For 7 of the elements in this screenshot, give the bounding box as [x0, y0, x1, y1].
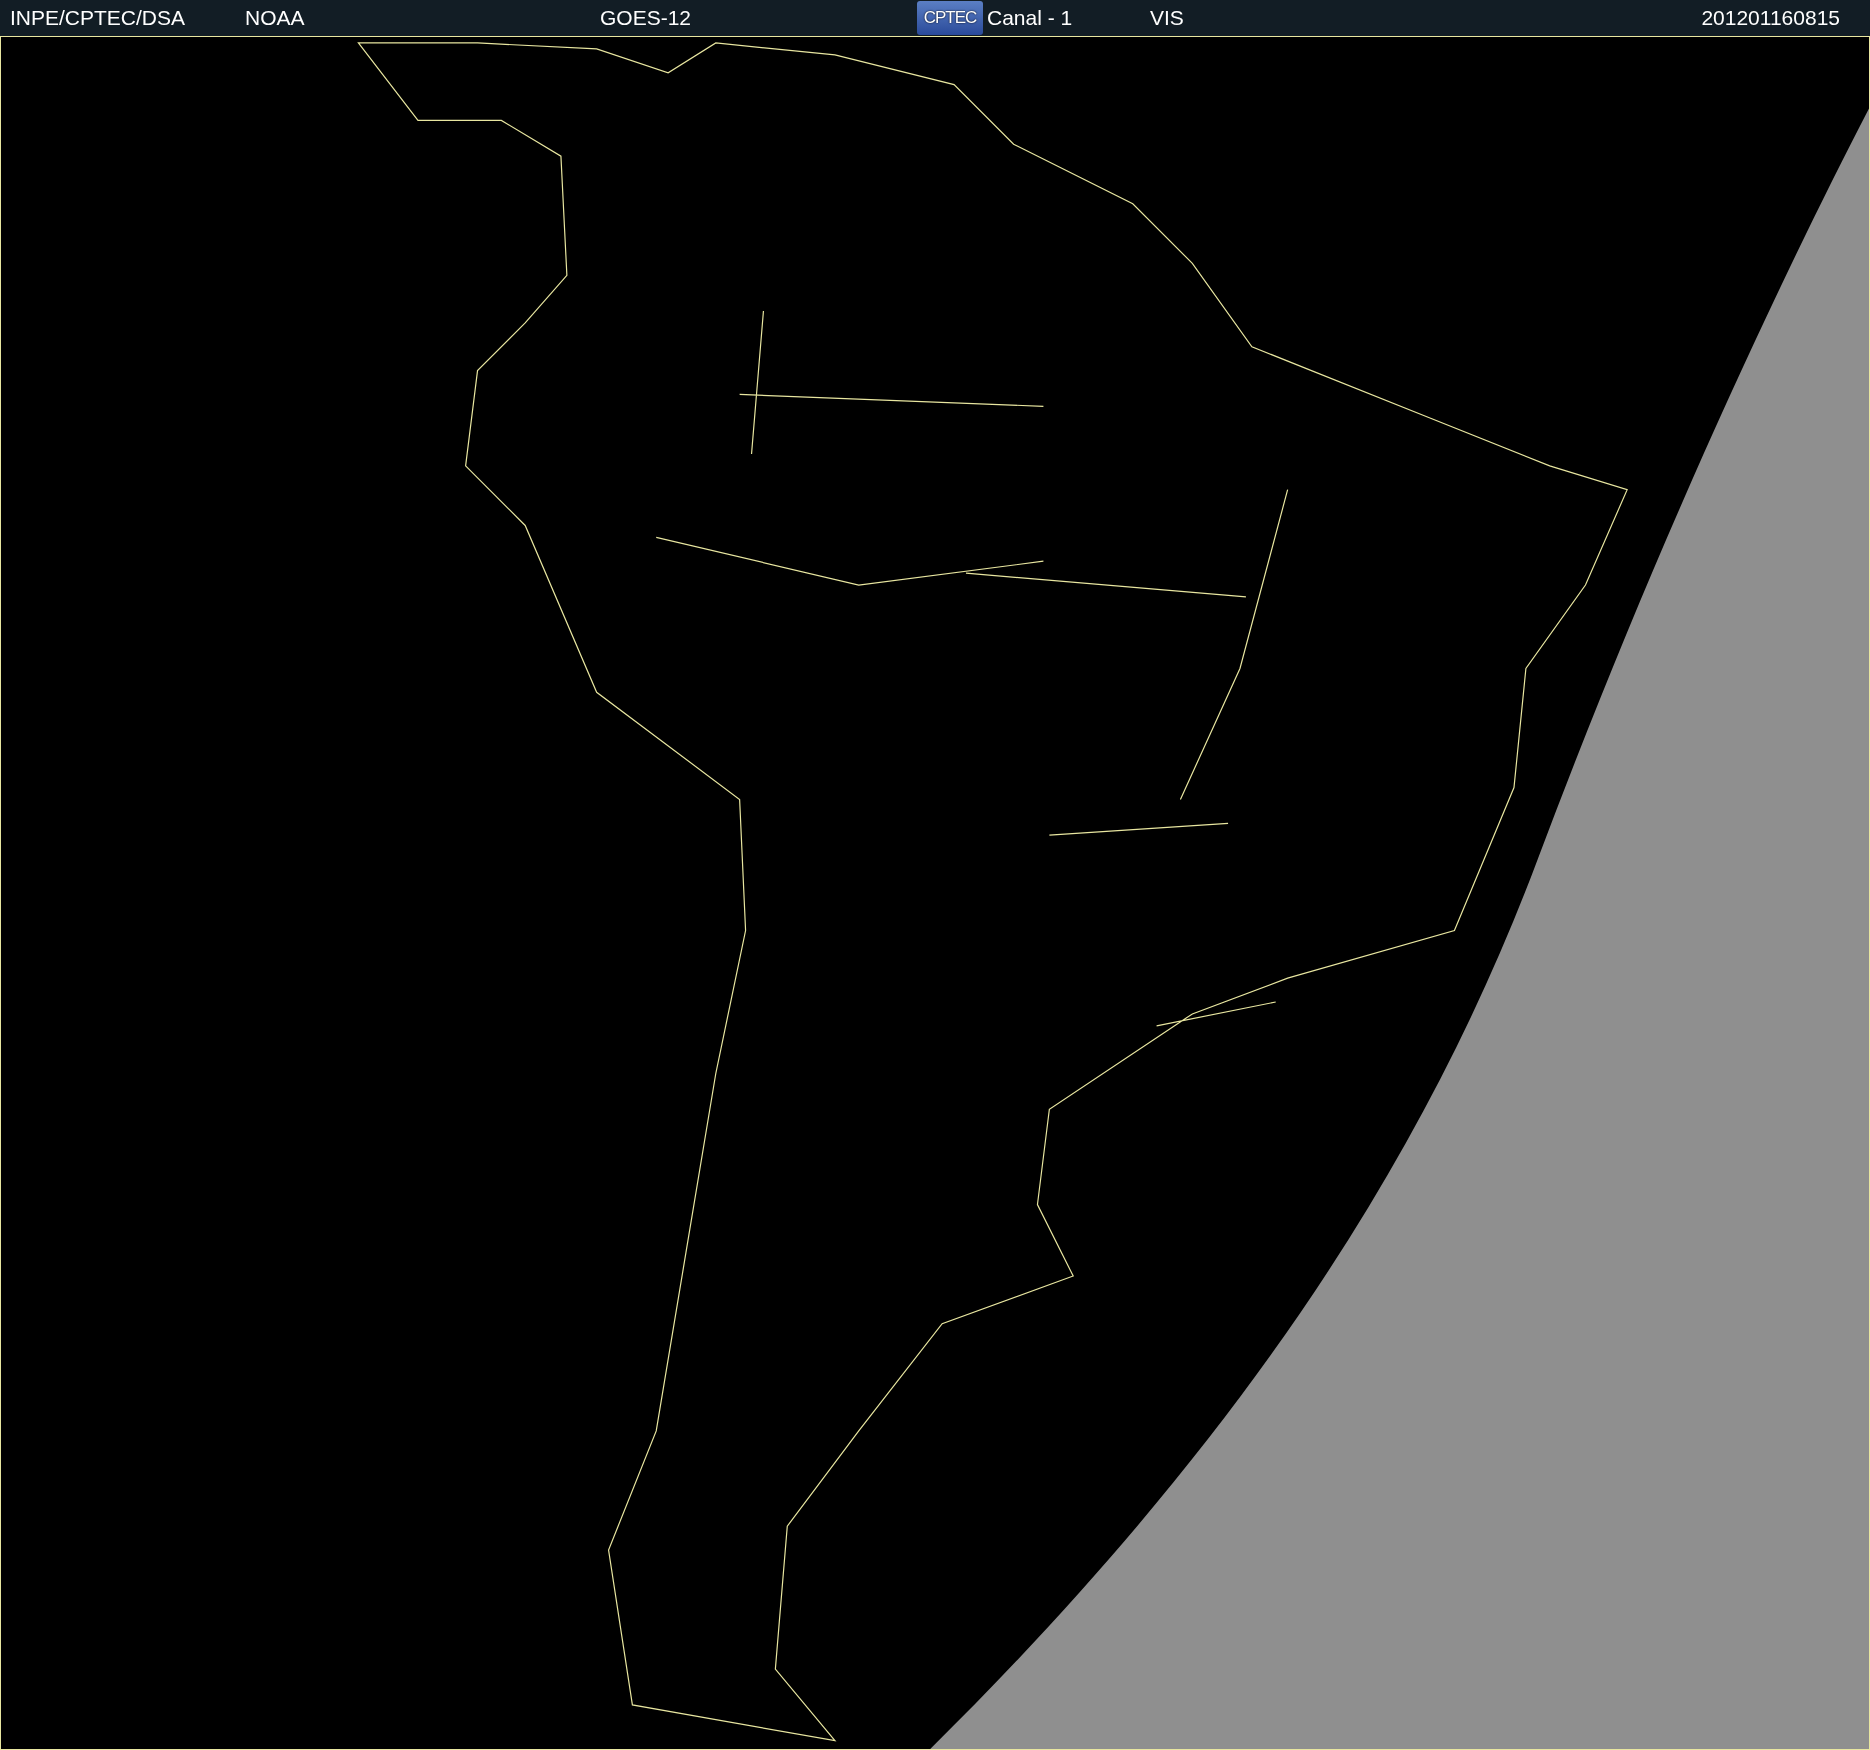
logo: CPTEC — [917, 1, 983, 35]
agency-label: NOAA — [245, 6, 305, 30]
timestamp-label: 201201160815 — [1701, 6, 1841, 30]
satellite-label: GOES-12 — [600, 6, 692, 30]
channel-label: Canal - 1 — [987, 6, 1073, 30]
band-label: VIS — [1150, 6, 1184, 30]
source-label: INPE/CPTEC/DSA — [10, 6, 186, 30]
